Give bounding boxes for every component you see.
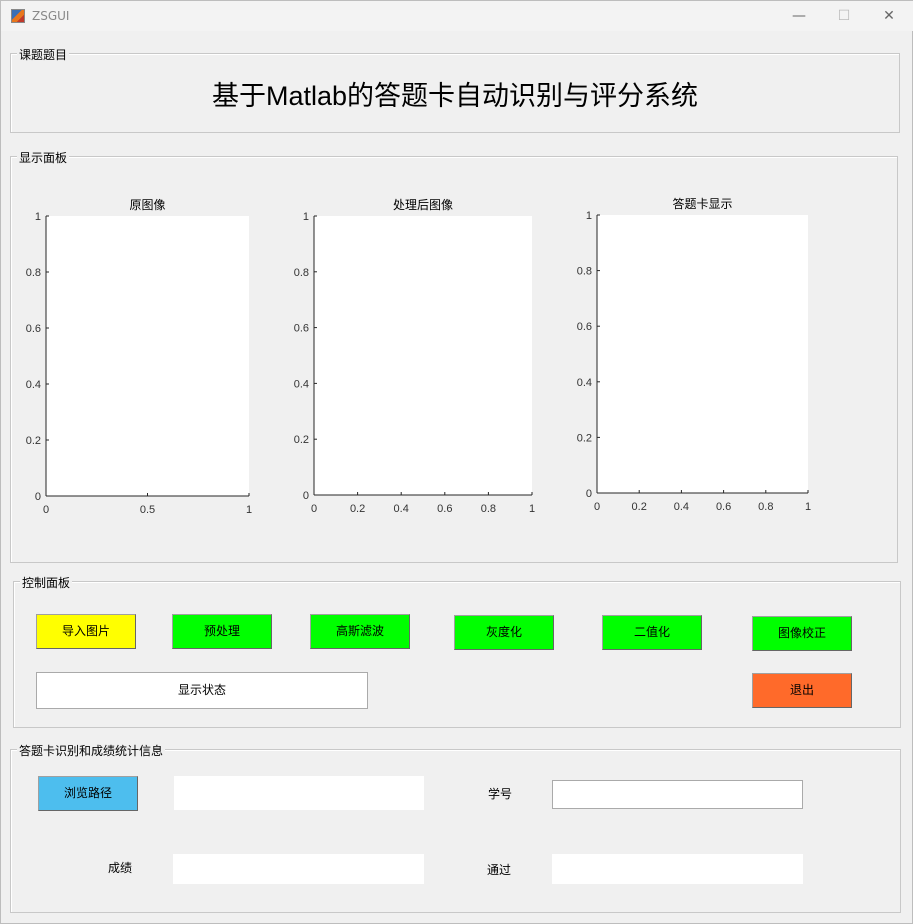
browse-path-button[interactable]: 浏览路径 <box>38 776 138 811</box>
panel-legend: 答题卡识别和成绩统计信息 <box>17 742 166 759</box>
window-title: ZSGUI <box>32 9 70 23</box>
y-tick-label: 0.4 <box>577 377 592 389</box>
pass-field[interactable] <box>552 854 803 884</box>
x-tick-label: 0.6 <box>437 503 452 515</box>
x-tick-label: 0.8 <box>758 501 773 513</box>
y-tick-label: 0 <box>35 491 41 503</box>
y-tick-label: 0.8 <box>294 267 309 279</box>
student-id-label: 学号 <box>488 787 513 801</box>
y-tick-label: 0.6 <box>577 321 592 333</box>
pass-label: 通过 <box>487 863 512 877</box>
binarize-button[interactable]: 二值化 <box>602 615 702 650</box>
panel-legend: 控制面板 <box>20 574 73 591</box>
panel-legend: 显示面板 <box>17 149 70 166</box>
matlab-icon <box>11 9 25 23</box>
y-tick-label: 0.8 <box>577 266 592 278</box>
y-tick-label: 0 <box>586 488 592 500</box>
y-tick-label: 0.4 <box>26 379 41 391</box>
import-image-button[interactable]: 导入图片 <box>36 614 136 649</box>
y-tick-label: 0.6 <box>26 323 41 335</box>
title-bar: ZSGUI — ☐ ✕ <box>1 1 913 31</box>
y-tick-label: 0.2 <box>294 434 309 446</box>
close-button[interactable]: ✕ <box>874 5 904 27</box>
status-display: 显示状态 <box>36 672 368 709</box>
axes-title: 原图像 <box>129 198 165 212</box>
x-tick-label: 0.4 <box>394 503 409 515</box>
page-title: 基于Matlab的答题卡自动识别与评分系统 <box>211 81 699 111</box>
x-tick-label: 0.6 <box>716 501 731 513</box>
x-tick-label: 0.4 <box>674 501 689 513</box>
axes-title: 处理后图像 <box>393 198 453 212</box>
maximize-button[interactable]: ☐ <box>829 5 859 27</box>
y-tick-label: 1 <box>586 210 592 222</box>
y-tick-label: 0.8 <box>26 267 41 279</box>
minimize-button[interactable]: — <box>784 5 814 27</box>
x-tick-label: 0 <box>43 504 49 516</box>
x-tick-label: 0 <box>594 501 600 513</box>
info-panel: 答题卡识别和成绩统计信息 <box>10 742 901 913</box>
score-label: 成绩 <box>108 861 133 875</box>
axes-title: 答题卡显示 <box>672 196 732 211</box>
panel-legend: 课题题目 <box>17 46 70 63</box>
y-tick-label: 0.2 <box>26 435 41 447</box>
y-tick-label: 0.4 <box>294 378 309 390</box>
y-tick-label: 0.2 <box>577 432 592 444</box>
student-id-field[interactable] <box>552 780 803 809</box>
preprocess-button[interactable]: 预处理 <box>172 614 272 649</box>
y-tick-label: 1 <box>35 211 41 223</box>
y-tick-label: 1 <box>303 211 309 223</box>
axes-original-image: 原图像 0 0.5 1 0 0.2 0.4 0.6 0.8 1 处理后图像 0 0.2 0.4 0.6 0.8… <box>26 196 811 516</box>
y-tick-label: 0 <box>303 490 309 502</box>
x-tick-label: 0 <box>311 503 317 515</box>
x-tick-label: 0.2 <box>350 503 365 515</box>
x-tick-label: 1 <box>246 504 252 516</box>
plot-area <box>46 216 249 496</box>
x-tick-label: 0.2 <box>632 501 647 513</box>
y-tick-label: 0.6 <box>294 323 309 335</box>
title-panel: 课题题目 基于Matlab的答题卡自动识别与评分系统 <box>10 46 900 133</box>
plot-area <box>597 215 808 493</box>
path-field[interactable] <box>174 776 424 810</box>
grayscale-button[interactable]: 灰度化 <box>454 615 554 650</box>
plot-area <box>314 216 532 495</box>
gaussian-filter-button[interactable]: 高斯滤波 <box>310 614 410 649</box>
x-tick-label: 1 <box>529 503 535 515</box>
x-tick-label: 1 <box>805 501 811 513</box>
x-tick-label: 0.8 <box>481 503 496 515</box>
score-field[interactable] <box>173 854 424 884</box>
exit-button[interactable]: 退出 <box>752 673 852 708</box>
x-tick-label: 0.5 <box>140 504 155 516</box>
image-correction-button[interactable]: 图像校正 <box>752 616 852 651</box>
